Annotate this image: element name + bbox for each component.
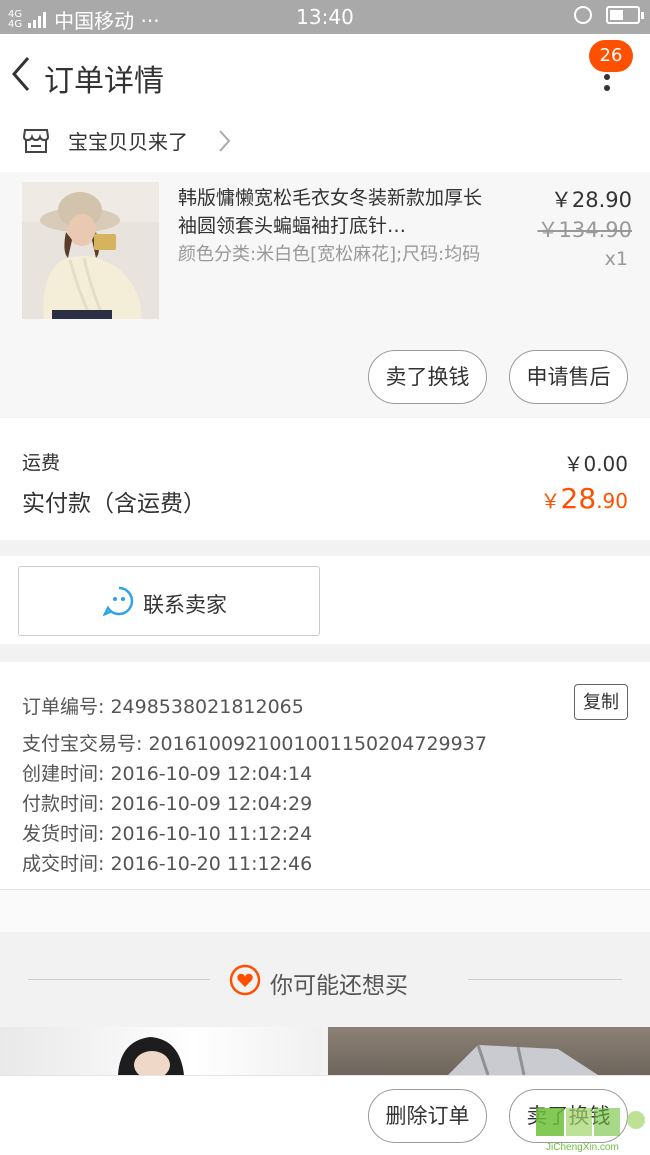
- paid-time: 付款时间: 2016-10-09 12:04:29: [22, 793, 313, 815]
- spacer: [0, 890, 650, 932]
- chat-bubble-icon: [103, 586, 134, 617]
- watermark-logo: JiChengXin.com: [536, 1108, 645, 1153]
- svg-text:JiChengXin.com: JiChengXin.com: [546, 1142, 619, 1153]
- heart-icon: [229, 964, 261, 996]
- contact-section: 联系卖家: [0, 556, 650, 644]
- clock: 13:40: [296, 5, 354, 29]
- product-price: ￥28.90: [550, 188, 632, 212]
- shipping-value: ￥0.00: [563, 452, 628, 476]
- alipay-trade-number: 支付宝交易号: 2016100921001001150204729937: [22, 733, 487, 755]
- contact-seller-button[interactable]: 联系卖家: [18, 566, 320, 636]
- paid-label: 实付款（含运费）: [22, 491, 206, 517]
- divider: [28, 979, 210, 980]
- completed-time: 成交时间: 2016-10-20 11:12:46: [22, 853, 313, 875]
- contact-seller-label: 联系卖家: [143, 593, 227, 617]
- order-item[interactable]: 韩版慵懒宽松毛衣女冬装新款加厚长袖圆领套头蝙蝠袖打底针… 颜色分类:米白色[宽松…: [0, 172, 650, 417]
- status-bar: 4G 4G 中国移动 ··· 13:40: [0, 0, 650, 34]
- store-icon: [22, 129, 50, 153]
- created-time: 创建时间: 2016-10-09 12:04:14: [22, 763, 313, 785]
- shop-name: 宝宝贝贝来了: [68, 130, 188, 154]
- shipping-label: 运费: [22, 452, 61, 474]
- original-price: ￥134.90: [537, 218, 632, 242]
- product-quantity: x1: [604, 248, 628, 270]
- paid-amount: ￥28.90: [540, 482, 628, 515]
- message-count-badge: 26: [589, 40, 633, 72]
- nav-bar: 订单详情: [0, 34, 650, 120]
- alarm-icon: [574, 6, 592, 24]
- recommended-product-image[interactable]: [0, 1027, 322, 1075]
- recommend-title: 你可能还想买: [270, 973, 408, 999]
- shop-row[interactable]: 宝宝贝贝来了: [0, 120, 650, 172]
- chevron-right-icon: [219, 130, 231, 152]
- sell-button[interactable]: 卖了换钱: [368, 350, 487, 404]
- shipped-time: 发货时间: 2016-10-10 11:12:24: [22, 823, 313, 845]
- delete-order-button[interactable]: 删除订单: [368, 1089, 487, 1143]
- product-sku: 颜色分类:米白色[宽松麻花];尺码:均码: [178, 244, 481, 265]
- order-number: 订单编号: 2498538021812065: [22, 696, 304, 718]
- page-title: 订单详情: [44, 64, 164, 99]
- recommend-header: 你可能还想买: [0, 932, 650, 1027]
- payment-summary: 运费 ￥0.00 实付款（含运费） ￥28.90: [0, 418, 650, 540]
- back-arrow-icon[interactable]: [8, 54, 36, 94]
- order-info: 订单编号: 2498538021812065 支付宝交易号: 201610092…: [0, 662, 650, 890]
- product-title[interactable]: 韩版慵懒宽松毛衣女冬装新款加厚长袖圆领套头蝙蝠袖打底针…: [178, 184, 496, 240]
- recommended-product-image[interactable]: [328, 1027, 650, 1075]
- product-image[interactable]: [22, 182, 159, 319]
- divider: [468, 979, 622, 980]
- battery-icon: [606, 6, 644, 24]
- after-sale-button[interactable]: 申请售后: [509, 350, 628, 404]
- copy-button[interactable]: 复制: [574, 684, 628, 720]
